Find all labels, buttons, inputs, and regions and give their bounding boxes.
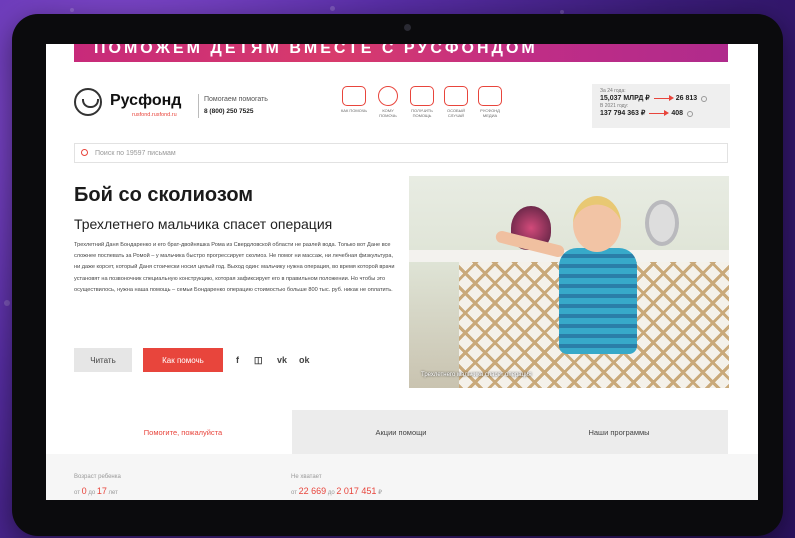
media-icon bbox=[478, 86, 502, 106]
story-title[interactable]: Бой со сколиозом bbox=[74, 184, 253, 207]
nav-label: РУСФОНД МЕДИА bbox=[480, 108, 500, 118]
filter-panel: Возраст ребенка от 0 до 17 лет Не хватае… bbox=[46, 454, 758, 500]
nav-label: ОСОБЫЙ СЛУЧАЙ bbox=[446, 108, 466, 118]
website-screen: ПОМОЖЕМ ДЕТЯМ ВМЕСТЕ С РУСФОНДОМ Русфонд… bbox=[46, 44, 758, 500]
story-subtitle: Трехлетнего мальчика спасет операция bbox=[74, 216, 333, 232]
face-icon bbox=[378, 86, 398, 106]
tagline-text: Помогаем помогать bbox=[204, 96, 268, 103]
age-max[interactable]: 17 bbox=[97, 486, 107, 496]
nav-who-to-help[interactable]: КОМУ ПОМОЧЬ bbox=[374, 86, 402, 118]
camera-icon bbox=[404, 24, 411, 31]
stats-row-year: 137 794 363 ₽ 408 bbox=[600, 109, 722, 118]
nav-label: КАК ПОМОЧЬ bbox=[340, 108, 368, 113]
content-tabs: Помогите, пожалуйста Акции помощи Наши п… bbox=[74, 410, 728, 454]
facebook-icon[interactable]: f bbox=[236, 355, 239, 365]
need-min[interactable]: 22 669 bbox=[299, 486, 327, 496]
nav-icons: КАК ПОМОЧЬ КОМУ ПОМОЧЬ ПОЛУЧИТЬ ПОМОЩЬ О… bbox=[340, 86, 504, 118]
vk-icon[interactable]: vk bbox=[277, 355, 287, 365]
nav-media[interactable]: РУСФОНД МЕДИА bbox=[476, 86, 504, 118]
photo-caption: Трехлетнего мальчика спасет операция bbox=[421, 372, 532, 378]
nav-how-to-help[interactable]: КАК ПОМОЧЬ bbox=[340, 86, 368, 118]
stats-count-total: 26 813 bbox=[675, 95, 698, 102]
top-banner[interactable]: ПОМОЖЕМ ДЕТЯМ ВМЕСТЕ С РУСФОНДОМ bbox=[74, 44, 728, 62]
need-max[interactable]: 2 017 451 bbox=[336, 486, 376, 496]
search-icon bbox=[81, 149, 88, 156]
nav-label: КОМУ ПОМОЧЬ bbox=[379, 108, 397, 118]
how-to-help-button[interactable]: Как помочь bbox=[143, 348, 223, 372]
brand-name[interactable]: Русфонд bbox=[110, 92, 181, 110]
instagram-icon[interactable]: ◫ bbox=[254, 355, 263, 366]
search-placeholder: Поиск по 19597 письмам bbox=[95, 150, 176, 157]
age-filter-range[interactable]: от 0 до 17 лет bbox=[74, 486, 118, 496]
tab-please-help[interactable]: Помогите, пожалуйста bbox=[74, 410, 292, 454]
info-icon[interactable] bbox=[687, 110, 694, 117]
mirror-frame-image bbox=[645, 200, 679, 246]
tab-our-programs[interactable]: Наши программы bbox=[510, 410, 728, 454]
age-min[interactable]: 0 bbox=[82, 486, 87, 496]
stats-box: За 24 года: 15,037 МЛРД ₽ 26 813 В 2021 … bbox=[592, 84, 730, 128]
tagline: Помогаем помогать 8 (800) 250 7525 bbox=[198, 94, 268, 118]
read-button[interactable]: Читать bbox=[74, 348, 132, 372]
story-body: Трехлетний Даня Бондаренко и его брат-дв… bbox=[74, 242, 395, 293]
banner-text: ПОМОЖЕМ ДЕТЯМ ВМЕСТЕ С РУСФОНДОМ bbox=[94, 44, 538, 57]
need-filter-range[interactable]: от 22 669 до 2 017 451 ₽ bbox=[291, 486, 382, 496]
stats-amount-total: 15,037 МЛРД ₽ bbox=[600, 95, 650, 102]
nav-label: ПОЛУЧИТЬ ПОМОЩЬ bbox=[411, 108, 433, 118]
hand-icon bbox=[410, 86, 434, 106]
logo-icon[interactable] bbox=[74, 88, 102, 116]
child-head-image bbox=[573, 196, 621, 252]
search-input[interactable]: Поиск по 19597 письмам bbox=[74, 143, 728, 163]
heart-hand-icon bbox=[444, 86, 468, 106]
odnoklassniki-icon[interactable]: ok bbox=[299, 355, 310, 365]
arrow-right-icon bbox=[653, 95, 674, 100]
need-filter-label: Не хватает bbox=[291, 474, 322, 480]
site-header: Русфонд rusfond.rusfond.ru Помогаем помо… bbox=[74, 84, 730, 130]
story-photo[interactable]: Трехлетнего мальчика спасет операция bbox=[409, 176, 729, 388]
phone-number[interactable]: 8 (800) 250 7525 bbox=[204, 106, 268, 118]
child-shirt-image bbox=[559, 248, 637, 354]
card-icon bbox=[342, 86, 366, 106]
nav-special-case[interactable]: ОСОБЫЙ СЛУЧАЙ bbox=[442, 86, 470, 118]
stats-row-total: 15,037 МЛРД ₽ 26 813 bbox=[600, 94, 722, 103]
arrow-right-icon bbox=[649, 110, 670, 115]
site-link[interactable]: rusfond.rusfond.ru bbox=[132, 112, 177, 118]
info-icon[interactable] bbox=[701, 95, 708, 102]
stats-count-year: 408 bbox=[671, 110, 684, 117]
tab-help-campaigns[interactable]: Акции помощи bbox=[292, 410, 510, 454]
nav-get-help[interactable]: ПОЛУЧИТЬ ПОМОЩЬ bbox=[408, 86, 436, 118]
age-filter-label: Возраст ребенка bbox=[74, 474, 121, 480]
stats-amount-year: 137 794 363 ₽ bbox=[600, 110, 646, 117]
